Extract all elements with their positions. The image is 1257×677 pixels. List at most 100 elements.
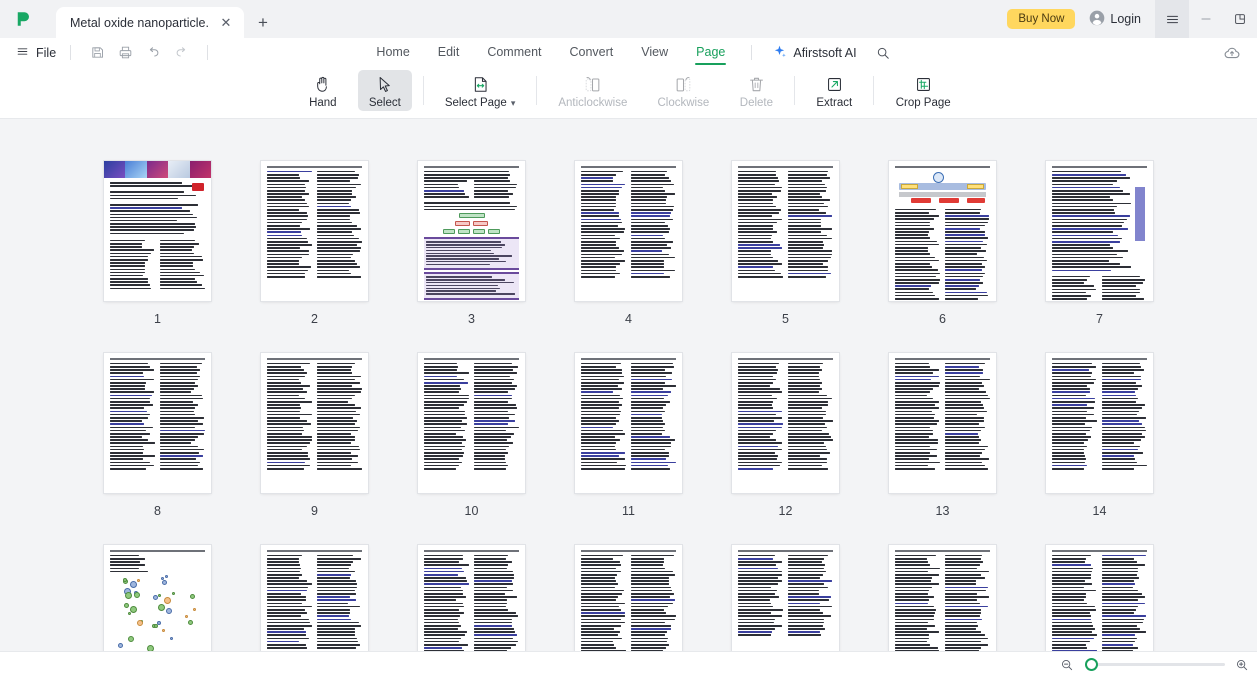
tool-anticlockwise: Anticlockwise (548, 70, 637, 111)
page-thumbnail[interactable] (261, 161, 368, 301)
document-tab-title: Metal oxide nanoparticle... (70, 15, 210, 30)
page-thumbnail[interactable] (732, 161, 839, 301)
page-number-label: 2 (311, 312, 318, 326)
tool-hand[interactable]: Hand (296, 70, 350, 111)
page-thumbnail[interactable] (418, 161, 525, 301)
afirstsoft-ai-button[interactable]: Afirstsoft AI (764, 44, 864, 62)
tool-delete: Delete (729, 70, 783, 111)
page-number-label: 9 (311, 504, 318, 518)
toolbar-divider-1 (422, 76, 424, 105)
chevron-down-icon[interactable]: ▾ (511, 98, 516, 109)
login-button[interactable]: Login (1089, 10, 1141, 29)
page-number-label: 8 (154, 504, 161, 518)
tool-hand-label: Hand (309, 97, 337, 109)
crop-icon (914, 73, 933, 95)
tool-select-page[interactable]: Select Page ▾ (435, 70, 526, 111)
tool-extract[interactable]: Extract (806, 70, 862, 111)
tool-select-page-label: Select Page (444, 97, 507, 109)
page-thumbnail[interactable] (732, 353, 839, 493)
page-thumbnail-cell[interactable]: 5 (707, 161, 864, 353)
tool-delete-label: Delete (739, 97, 774, 109)
page-number-label: 10 (464, 504, 479, 518)
buy-now-button[interactable]: Buy Now (1007, 9, 1076, 29)
page-thumbnail-cell[interactable]: 9 (236, 353, 393, 545)
status-bar (0, 651, 1257, 677)
page-number-label: 7 (1096, 312, 1103, 326)
page-thumbnail[interactable] (104, 161, 211, 301)
page-thumbnail[interactable] (418, 353, 525, 493)
document-tab[interactable]: Metal oxide nanoparticle... ✕ (56, 7, 244, 38)
tool-select-label: Select (368, 97, 401, 109)
login-label: Login (1110, 12, 1141, 26)
tool-crop-page-label: Crop Page (895, 97, 951, 109)
page-thumbnail[interactable] (889, 353, 996, 493)
page-thumbnail[interactable] (104, 353, 211, 493)
page-thumbnail-cell[interactable]: 13 (864, 353, 1021, 545)
extract-icon (825, 73, 844, 95)
page-thumbnail-cell[interactable]: 1 (79, 161, 236, 353)
menu-item-home[interactable]: Home (362, 41, 423, 65)
page-thumbnail-cell[interactable]: 12 (707, 353, 864, 545)
page-thumbnail-cell[interactable]: 2 (236, 161, 393, 353)
menu-bar: File Home Edit Comment Convert View Page… (0, 38, 1257, 67)
page-number-label: 14 (1092, 504, 1107, 518)
main-menu-items: Home Edit Comment Convert View Page Afir… (0, 41, 1257, 65)
title-bar: Metal oxide nanoparticle... ✕ + Buy Now … (0, 0, 1257, 38)
page-thumbnail[interactable] (575, 161, 682, 301)
cloud-upload-icon[interactable] (1219, 40, 1245, 66)
maximize-restore-button[interactable] (1223, 0, 1257, 38)
tool-crop-page[interactable]: Crop Page (885, 70, 961, 111)
page-thumbnail[interactable] (1046, 161, 1153, 301)
menu-item-comment[interactable]: Comment (473, 41, 555, 65)
zoom-slider-handle[interactable] (1085, 657, 1098, 671)
page-thumbnail[interactable] (889, 161, 996, 301)
page-number-label: 5 (782, 312, 789, 326)
menu-item-convert[interactable]: Convert (556, 41, 628, 65)
page-number-label: 1 (154, 312, 161, 326)
page-thumbnail-cell[interactable]: 11 (550, 353, 707, 545)
menu-divider-3 (751, 45, 753, 60)
tool-select[interactable]: Select (357, 70, 412, 111)
rotate-right-icon (674, 73, 693, 95)
hand-icon (313, 73, 332, 95)
page-number-label: 12 (778, 504, 793, 518)
page-thumbnail-cell[interactable]: 10 (393, 353, 550, 545)
sparkle-icon (772, 44, 787, 62)
page-thumbnail-cell[interactable]: 8 (79, 353, 236, 545)
page-thumbnail[interactable] (575, 353, 682, 493)
new-tab-button[interactable]: + (250, 8, 276, 38)
tool-clockwise: Clockwise (645, 70, 721, 111)
zoom-out-icon[interactable] (1057, 655, 1077, 675)
page-thumbnail[interactable] (261, 353, 368, 493)
menu-item-page[interactable]: Page (682, 41, 739, 65)
select-page-icon (471, 73, 490, 95)
page-thumbnail-cell[interactable]: 14 (1021, 353, 1178, 545)
menu-item-view[interactable]: View (627, 41, 682, 65)
tool-clockwise-label: Clockwise (657, 97, 710, 109)
zoom-in-icon[interactable] (1233, 655, 1251, 675)
page-number-label: 4 (625, 312, 632, 326)
page-thumbnail-workspace[interactable]: 1 2 3 4 5 6 7 8 9 10 11 12 13 14 (0, 119, 1257, 677)
page-thumbnail[interactable] (1046, 353, 1153, 493)
tool-extract-label: Extract (816, 97, 853, 109)
search-icon[interactable] (871, 41, 895, 65)
page-number-label: 13 (935, 504, 950, 518)
toolbar-divider-2 (536, 76, 538, 105)
toolbar-divider-3 (794, 76, 796, 105)
hamburger-menu-icon[interactable] (1155, 0, 1189, 38)
page-thumbnail-cell[interactable]: 6 (864, 161, 1021, 353)
page-number-label: 11 (622, 504, 635, 518)
menu-item-edit[interactable]: Edit (424, 41, 474, 65)
minimize-button[interactable] (1189, 0, 1223, 38)
cursor-icon (375, 73, 394, 95)
page-toolbar: Hand Select Select Page ▾ Anticlockwise … (0, 67, 1257, 119)
page-grid: 1 2 3 4 5 6 7 8 9 10 11 12 13 14 (0, 119, 1257, 677)
afirstsoft-ai-label: Afirstsoft AI (793, 45, 857, 60)
page-thumbnail-cell[interactable]: 7 (1021, 161, 1178, 353)
page-thumbnail-cell[interactable]: 3 (393, 161, 550, 353)
close-icon[interactable]: ✕ (218, 15, 234, 31)
tool-anticlockwise-label: Anticlockwise (558, 97, 628, 109)
page-thumbnail-cell[interactable]: 4 (550, 161, 707, 353)
zoom-slider[interactable] (1085, 657, 1225, 673)
rotate-left-icon (583, 73, 602, 95)
